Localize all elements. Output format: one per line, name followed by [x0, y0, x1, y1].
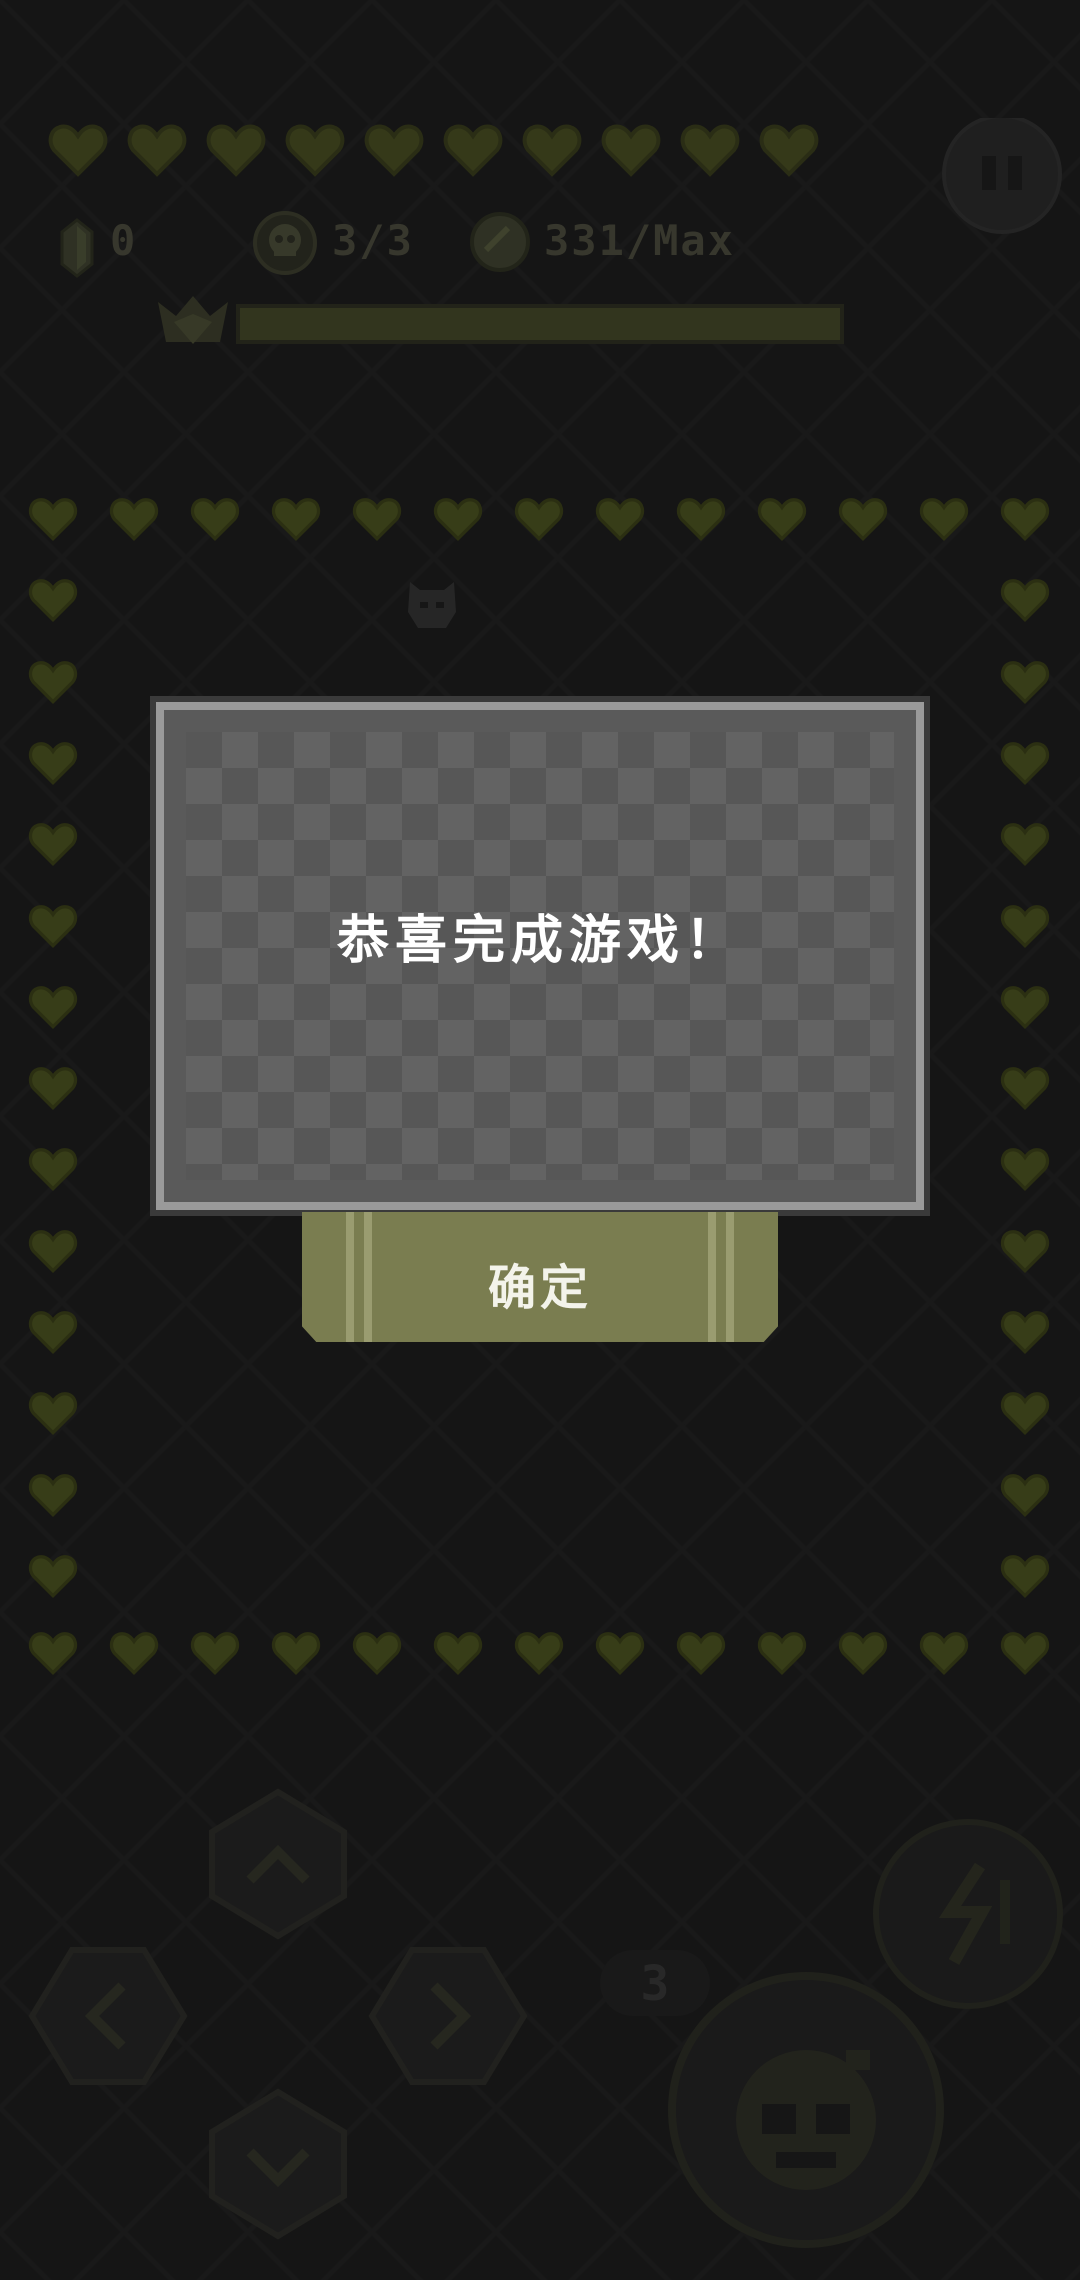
dialog-message: 恭喜完成游戏！: [336, 911, 743, 971]
confirm-button[interactable]: 确定: [302, 1212, 778, 1342]
confirm-button-label: 确定: [487, 1262, 592, 1315]
completion-dialog: 恭喜完成游戏！: [150, 696, 930, 1216]
